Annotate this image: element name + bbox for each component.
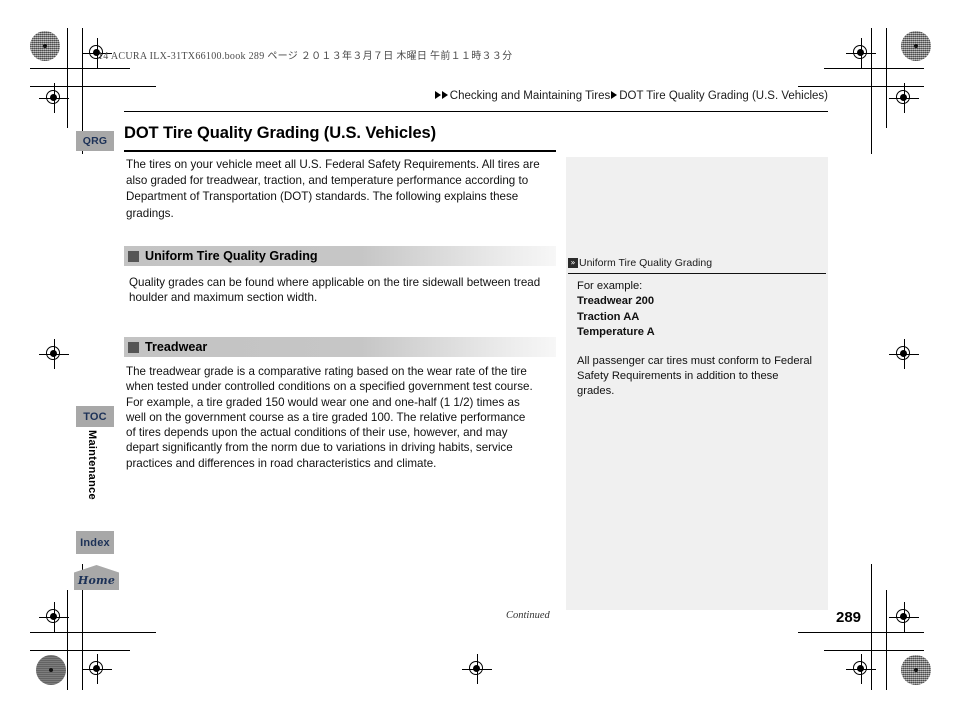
double-chevron-icon: » (568, 258, 578, 268)
crop-mark-line (798, 632, 924, 633)
color-control-dot (36, 655, 66, 685)
section-body-uniform: Quality grades can be found where applic… (129, 276, 541, 305)
crop-mark-line (30, 632, 156, 633)
chapter-label: Maintenance (86, 430, 98, 500)
qrg-badge[interactable]: QRG (76, 131, 114, 151)
registration-target (889, 602, 919, 632)
breadcrumb-arrow-icon (611, 91, 618, 99)
color-control-dot (901, 655, 931, 685)
registration-target (82, 654, 112, 684)
section-heading-label: Treadwear (145, 340, 208, 354)
registration-target (39, 339, 69, 369)
reference-grade-temperature: Temperature A (577, 326, 655, 339)
home-button-label: Home (77, 574, 116, 587)
title-divider (124, 150, 556, 152)
section-heading-uniform-tire-quality-grading: Uniform Tire Quality Grading (124, 246, 556, 266)
page-title: DOT Tire Quality Grading (U.S. Vehicles) (124, 124, 437, 142)
registration-target (889, 83, 919, 113)
page-number: 289 (836, 609, 862, 626)
registration-target (846, 38, 876, 68)
registration-target (889, 339, 919, 369)
crop-mark-line (30, 650, 130, 651)
crop-mark-line (67, 590, 68, 690)
reference-panel-label: » Uniform Tire Quality Grading (566, 254, 828, 272)
registration-target (462, 654, 492, 684)
breadcrumb-arrow-icon (434, 91, 441, 99)
crop-mark-line (824, 68, 924, 69)
bullet-square-icon (128, 341, 139, 353)
bullet-square-icon (128, 250, 139, 262)
section-heading-label: Uniform Tire Quality Grading (145, 249, 318, 263)
reference-grade-traction: Traction AA (577, 310, 640, 323)
registration-target (846, 654, 876, 684)
toc-button[interactable]: TOC (76, 406, 114, 427)
home-button[interactable]: Home (74, 565, 119, 590)
breadcrumb-parent[interactable]: Checking and Maintaining Tires (450, 90, 610, 102)
color-control-dot (901, 31, 931, 61)
registration-target (39, 83, 69, 113)
reference-panel-divider (568, 273, 826, 275)
crop-mark-line (886, 590, 887, 690)
color-control-dot (30, 31, 60, 61)
print-file-info: 14 ACURA ILX-31TX66100.book 289 ページ ２０１３… (98, 51, 513, 62)
continued-label: Continued (506, 610, 550, 621)
reference-panel-body: For example: Treadwear 200 Traction AA T… (577, 279, 815, 400)
breadcrumb: Checking and Maintaining Tires DOT Tire Q… (124, 90, 828, 102)
section-heading-treadwear: Treadwear (124, 337, 556, 357)
crop-mark-line (824, 650, 924, 651)
breadcrumb-arrow-icon (441, 91, 448, 99)
header-divider (124, 111, 828, 112)
reference-panel-label-text: Uniform Tire Quality Grading (579, 257, 713, 269)
breadcrumb-current: DOT Tire Quality Grading (U.S. Vehicles) (619, 90, 828, 102)
reference-intro: For example: (577, 280, 643, 292)
index-button[interactable]: Index (76, 531, 114, 554)
reference-panel: » Uniform Tire Quality Grading For examp… (566, 157, 828, 610)
section-body-treadwear: The treadwear grade is a comparative rat… (126, 365, 533, 470)
crop-mark-line (886, 28, 887, 128)
intro-paragraph: The tires on your vehicle meet all U.S. … (126, 158, 540, 220)
reference-grade-treadwear: Treadwear 200 (577, 295, 655, 308)
crop-mark-line (67, 28, 68, 128)
registration-target (39, 602, 69, 632)
crop-mark-line (30, 68, 130, 69)
reference-note: All passenger car tires must conform to … (577, 354, 813, 398)
